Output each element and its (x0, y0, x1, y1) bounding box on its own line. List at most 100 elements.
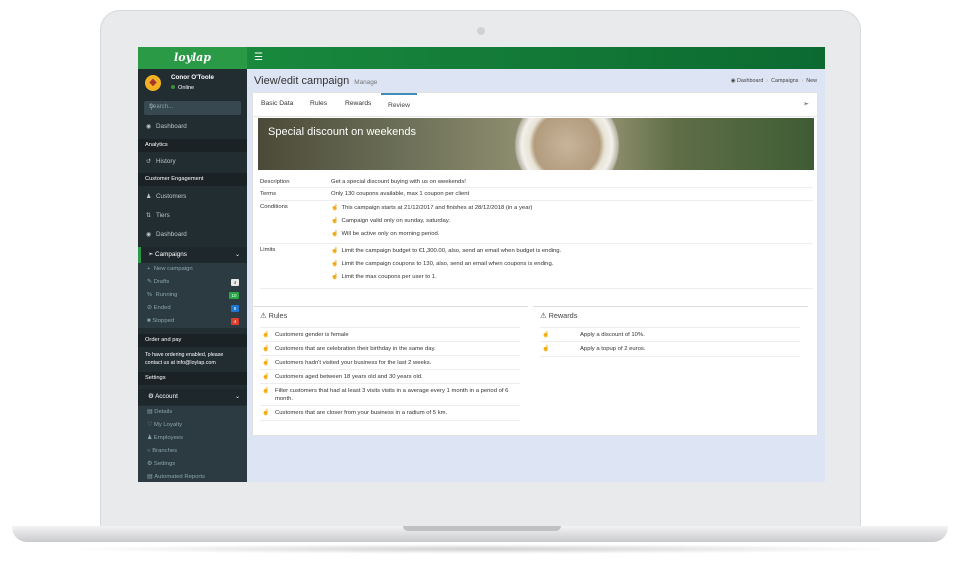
thumbs-up-icon: ☝ (262, 346, 270, 352)
ordering-note: To have ordering enabled, please contact… (145, 352, 224, 366)
sidebar-header-order-and-pay: Order and pay (138, 334, 247, 347)
rule-text: Filter customers that had at least 3 vis… (275, 388, 509, 402)
tab-review[interactable]: Review (381, 93, 417, 117)
tab-rewards[interactable]: Rewards (345, 93, 371, 117)
submenu-my-loyalty[interactable]: ♡ My Loyalty (147, 419, 182, 432)
reward-item: ☝ Apply a discount of 10%. (540, 327, 800, 342)
thumbs-up-icon: ☝ (542, 332, 550, 338)
breadcrumb-separator: › (766, 78, 769, 84)
page-title-text: View/edit campaign (254, 75, 350, 87)
reward-item: ☝ Apply a topup of 2 euros. (540, 341, 800, 357)
app-logo[interactable]: loylap (138, 47, 247, 69)
avatar: ◆ (145, 75, 161, 91)
sidebar: ◆ Conor O'Toole Online Search... ⚲ ◉ Dash… (138, 69, 247, 482)
submenu-details[interactable]: ▤ Details (147, 406, 172, 419)
submenu-new-campaign[interactable]: + New campaign (147, 263, 193, 276)
account-submenu: ▤ Details ♡ My Loyalty ♟ Employees ○ Bra… (138, 406, 247, 482)
top-navbar: loylap ☰ (138, 47, 825, 69)
chevron-down-icon: ⌄ (234, 394, 240, 400)
search-input[interactable]: Search... ⚲ (144, 101, 241, 115)
sidebar-item-label: Campaigns (155, 251, 187, 258)
sidebar-item-tiers[interactable]: ⇅ Tiers (138, 210, 247, 222)
sidebar-item-account[interactable]: ⚙ Account ⌄ (138, 389, 247, 405)
rules-heading: ⚠ Rules (260, 311, 287, 320)
reward-text: Apply a discount of 10%. (580, 332, 645, 338)
tab-basic-data[interactable]: Basic Data (261, 93, 293, 117)
dashboard-icon: ◉ (146, 232, 152, 238)
gears-icon: ⚙ (148, 393, 156, 400)
sidebar-item-label: Account (155, 393, 178, 400)
rules-panel: ⚠ Rules ☝ Customers gender is female ☝ Cus… (253, 306, 528, 433)
submenu-label: Stopped (152, 318, 175, 324)
rule-text: Customers gender is female (275, 332, 349, 338)
hamburger-icon[interactable]: ☰ (254, 47, 263, 69)
submenu-label: Automated Reports (154, 474, 205, 480)
thumbs-up-icon: ☝ (542, 346, 550, 352)
sidebar-item-dashboard-engagement[interactable]: ◉ Dashboard (138, 229, 247, 241)
plus-icon: + (147, 266, 154, 272)
edit-icon: ✎ (147, 279, 154, 285)
dashboard-icon: ◉ (146, 124, 152, 130)
users-icon: ♟ (146, 194, 152, 200)
rule-text: Customers that are closer from your busi… (275, 410, 448, 416)
submenu-label: My Loyalty (153, 422, 183, 428)
sidebar-item-customers[interactable]: ♟ Customers (138, 191, 247, 203)
terms-label: Terms (260, 191, 277, 197)
breadcrumb-separator: › (801, 78, 804, 84)
description-row: Description Get a special discount buyin… (260, 176, 813, 187)
breadcrumb-dashboard[interactable]: Dashboard (737, 78, 763, 84)
laptop-shadow (60, 544, 904, 554)
submenu-label: Settings (153, 461, 176, 467)
online-dot-icon (171, 85, 175, 89)
limit-item: ☝ Limit the campaign coupons to 130, also… (331, 260, 553, 267)
percent-icon: % (147, 292, 156, 298)
submenu-branches[interactable]: ○ Branches (147, 445, 177, 458)
sidebar-item-label: Tiers (156, 212, 170, 219)
employee-icon: ♟ (147, 435, 154, 441)
user-name: Conor O'Toole (171, 74, 215, 81)
megaphone-icon: ➣ (148, 251, 156, 258)
limit-text: Limit the max coupons per user to 1. (341, 274, 437, 280)
search-icon[interactable]: ⚲ (149, 103, 236, 111)
sidebar-item-label: History (156, 158, 176, 165)
drafts-count-badge: 4 (231, 279, 239, 286)
submenu-employees[interactable]: ♟ Employees (147, 432, 183, 445)
thumbs-up-icon: ☝ (262, 360, 270, 366)
warning-icon: ⚠ (260, 311, 269, 320)
submenu-drafts[interactable]: ✎ Drafts (147, 276, 169, 289)
submenu-running[interactable]: % Running (147, 289, 177, 302)
sidebar-item-label: Dashboard (156, 123, 187, 130)
thumbs-up-icon: ☝ (262, 332, 270, 338)
laptop-notch (403, 526, 561, 531)
sidebar-item-history[interactable]: ↺ History (138, 156, 247, 168)
sidebar-item-dashboard[interactable]: ◉ Dashboard (138, 121, 247, 133)
breadcrumb: ◉ Dashboard › Campaigns › New (731, 78, 817, 84)
thumbs-up-icon: ☝ (262, 374, 270, 380)
page-subtitle: Manage (354, 79, 378, 86)
warning-icon: ⚠ (540, 311, 549, 320)
submenu-ended[interactable]: ⊘ Ended (147, 302, 171, 315)
coffee-cup-image (508, 118, 626, 170)
tab-rules[interactable]: Rules (310, 93, 327, 117)
thumbs-up-icon: ☝ (331, 218, 339, 224)
submenu-label: Employees (153, 435, 184, 441)
submenu-label: Branches (152, 448, 178, 454)
loyalty-icon: ♡ (147, 422, 154, 428)
submenu-settings[interactable]: ⚙ Settings (147, 458, 175, 471)
user-status-label: Online (178, 85, 195, 91)
thumbs-up-icon: ☝ (331, 274, 339, 280)
sidebar-item-label: Customers (156, 193, 187, 200)
submenu-stopped[interactable]: ■ Stopped (147, 315, 174, 328)
thumbs-up-icon: ☝ (331, 248, 339, 254)
megaphone-icon[interactable]: ➣ (803, 100, 809, 108)
ended-count-badge: 8 (231, 305, 239, 312)
limits-label: Limits (260, 247, 276, 253)
sidebar-item-campaigns[interactable]: ➣ Campaigns ⌄ (138, 247, 247, 263)
campaign-banner-image: Special discount on weekends (258, 118, 814, 170)
history-icon: ↺ (146, 159, 152, 165)
rule-item: ☝ Customers that are closer from your bus… (260, 405, 520, 421)
submenu-automated-reports[interactable]: ▤ Automated Reports (147, 471, 205, 482)
breadcrumb-campaigns[interactable]: Campaigns (771, 78, 798, 84)
rule-text: Customers that are celebration their bir… (275, 346, 436, 352)
sidebar-header-customer-engagement: Customer Engagement (138, 173, 247, 186)
